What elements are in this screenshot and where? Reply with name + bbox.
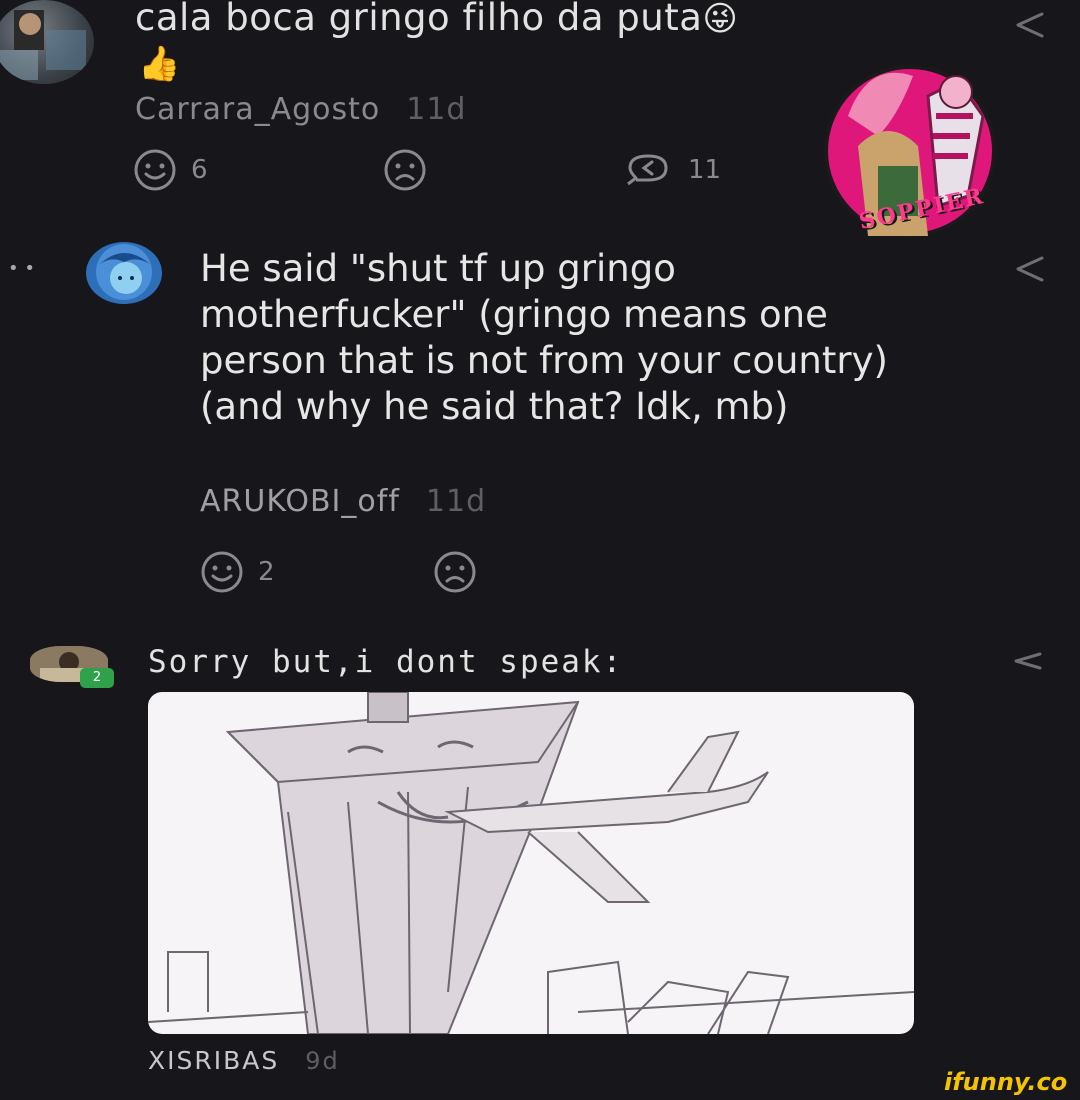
smile-count: 2 — [258, 557, 275, 587]
soppier-sticker: SOPPIER — [818, 56, 998, 246]
avatar-image — [96, 244, 152, 300]
username[interactable]: ARUKOBI_off — [200, 484, 400, 519]
timestamp: 9d — [305, 1047, 340, 1075]
comment-meta: ARUKOBI_off 11d — [200, 484, 486, 519]
frown-reaction[interactable] — [433, 550, 477, 594]
comment-meta: Carrara_Agosto 11d — [135, 92, 466, 127]
timestamp: 11d — [406, 92, 467, 127]
reply-reaction[interactable]: 11 — [622, 148, 721, 192]
comment-meta: XISRIBAS 9d — [148, 1046, 340, 1075]
comment-text: He said "shut tf up gringo motherfucker"… — [200, 247, 888, 428]
share-icon[interactable] — [1010, 646, 1044, 676]
smile-icon — [134, 149, 176, 191]
comment-body: cala boca gringo filho da puta — [135, 0, 703, 39]
frown-icon — [384, 149, 426, 191]
reply-icon — [627, 154, 668, 186]
frown-icon — [434, 551, 476, 593]
timestamp: 11d — [425, 484, 487, 519]
winking-tongue-emoji: 😜 — [702, 0, 739, 39]
smile-count: 6 — [191, 155, 208, 185]
avatar-arukobi[interactable] — [86, 242, 162, 304]
frown-reaction[interactable] — [383, 148, 427, 192]
avatar-image — [0, 10, 86, 80]
avatar-carrara[interactable] — [0, 0, 94, 84]
comment-text: cala boca gringo filho da puta😜 — [135, 0, 738, 39]
share-icon[interactable] — [1012, 254, 1046, 284]
attached-image[interactable] — [148, 692, 914, 1034]
sketch-drawing — [148, 692, 914, 1034]
username[interactable]: XISRIBAS — [148, 1046, 279, 1075]
thumbs-up-emoji: 👍 — [138, 44, 181, 84]
share-icon[interactable] — [1012, 10, 1046, 40]
level-badge: 2 — [80, 668, 114, 688]
smile-reaction[interactable]: 6 — [133, 148, 208, 192]
smile-icon — [201, 551, 243, 593]
smile-reaction[interactable]: 2 — [200, 550, 275, 594]
thread-more-dots[interactable]: • • — [8, 258, 35, 279]
ifunny-watermark: ifunny.co — [944, 1068, 1068, 1096]
username[interactable]: Carrara_Agosto — [135, 92, 380, 127]
comment-text: Sorry but,i dont speak: — [148, 644, 624, 680]
reply-count: 11 — [688, 155, 722, 185]
